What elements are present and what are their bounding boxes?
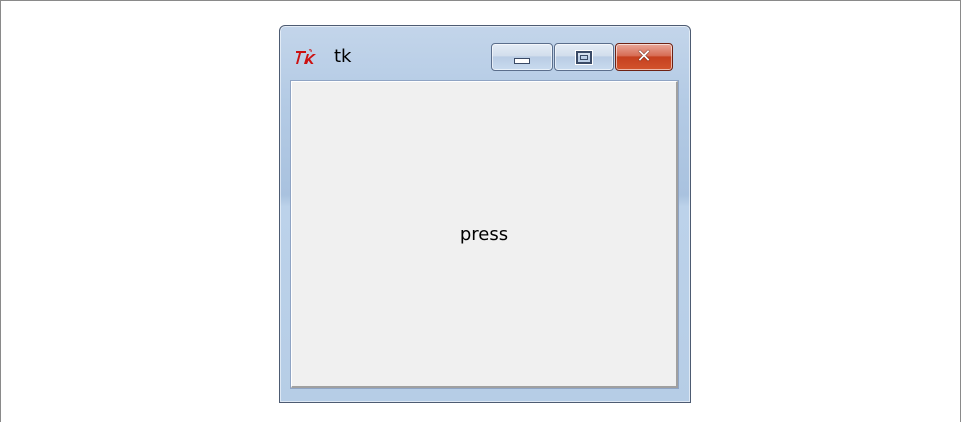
minimize-icon: [514, 58, 530, 64]
tk-logo-icon: [296, 49, 316, 64]
maximize-icon: [575, 49, 593, 65]
minimize-button[interactable]: [491, 43, 553, 71]
maximize-button[interactable]: [554, 43, 614, 71]
tk-window: tk ✕ press: [279, 25, 691, 403]
press-button[interactable]: press: [292, 82, 676, 386]
close-button[interactable]: ✕: [615, 43, 673, 71]
caption-buttons: ✕: [491, 43, 673, 71]
close-icon: ✕: [636, 46, 652, 67]
press-button-label: press: [459, 223, 509, 245]
window-title: tk: [334, 46, 352, 67]
client-area: press: [290, 80, 679, 389]
title-bar[interactable]: tk ✕: [280, 26, 690, 81]
